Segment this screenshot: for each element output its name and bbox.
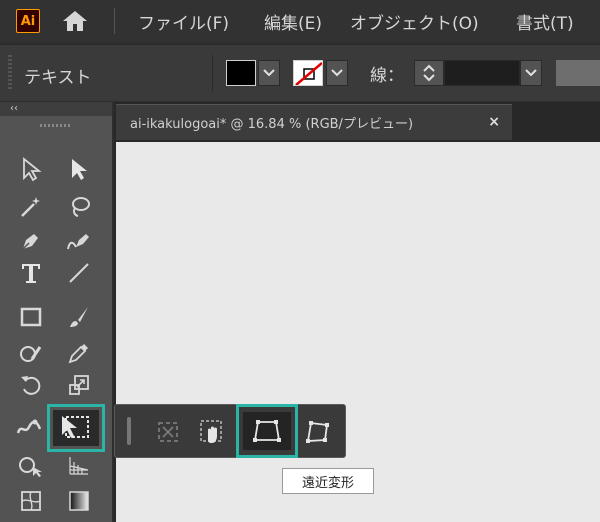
document-tab[interactable]: ai-ikakulogoai* @ 16.84 % (RGB/プレビュー) × — [116, 104, 512, 140]
menu-edit[interactable]: 編集(E) — [264, 9, 322, 34]
app-logo: Ai — [16, 9, 40, 33]
menu-bar: Ai ファイル(F) 編集(E) オブジェクト(O) 書式(T) — [0, 0, 600, 42]
menu-file[interactable]: ファイル(F) — [138, 9, 229, 34]
pen-tool[interactable] — [16, 226, 46, 256]
no-stroke-icon — [295, 62, 322, 85]
stroke-dropdown[interactable] — [326, 60, 348, 86]
stroke-label: 線： — [370, 66, 404, 86]
free-transform-hand-icon — [200, 420, 222, 443]
mesh-icon — [21, 491, 41, 511]
free-distort-icon — [306, 421, 329, 443]
menu-divider — [114, 8, 115, 34]
eyedropper-icon — [68, 344, 88, 364]
puppet-warp-icon — [16, 419, 42, 434]
gradient-tool[interactable] — [64, 486, 94, 516]
paintbrush-icon — [70, 307, 88, 327]
line-segment-tool[interactable] — [64, 258, 94, 288]
chevron-down-icon — [331, 69, 343, 77]
chevron-down-icon — [263, 69, 275, 77]
curvature-pen-icon — [67, 234, 89, 250]
graph-tool[interactable] — [64, 450, 94, 480]
shaper-tool[interactable] — [16, 338, 46, 368]
menu-object[interactable]: オブジェクト(O) — [350, 9, 479, 34]
scale-icon — [69, 375, 89, 395]
magic-wand-icon — [21, 197, 40, 217]
type-tool[interactable] — [16, 258, 46, 288]
control-bar-overflow[interactable] — [556, 60, 600, 86]
rotate-icon — [21, 376, 41, 395]
shaper-icon — [20, 346, 42, 362]
rectangle-tool[interactable] — [16, 302, 46, 332]
selection-tool[interactable] — [16, 154, 46, 184]
home-icon — [63, 11, 87, 31]
toolbar-grip[interactable] — [40, 124, 72, 127]
perspective-distort-icon — [253, 420, 281, 442]
toolbar-collapse-button[interactable]: ‹‹ — [0, 102, 112, 116]
stroke-color-swatch[interactable] — [293, 60, 323, 86]
control-bar-divider — [212, 55, 213, 91]
selection-type-label: テキスト — [24, 68, 92, 88]
direct-selection-icon — [23, 157, 42, 182]
selection-arrow-icon — [72, 159, 87, 180]
fill-color-swatch[interactable] — [226, 60, 256, 86]
tool-tooltip: 遠近変形 — [282, 468, 374, 494]
magic-wand-tool[interactable] — [16, 192, 46, 222]
home-button[interactable] — [60, 8, 90, 34]
constrain-tool[interactable] — [151, 415, 185, 449]
perspective-distort-tool[interactable] — [236, 404, 298, 458]
scale-tool[interactable] — [64, 370, 94, 400]
free-transform-icon — [62, 416, 89, 438]
stroke-weight-dropdown[interactable] — [520, 60, 542, 86]
group-selection-tool[interactable] — [64, 154, 94, 184]
gradient-icon — [69, 491, 89, 511]
perspective-grid-icon — [69, 457, 89, 475]
flyout-grip[interactable] — [127, 417, 131, 445]
lasso-tool[interactable] — [64, 192, 94, 222]
control-bar: テキスト 線： — [0, 44, 600, 101]
free-transform-flyout — [114, 404, 346, 458]
mesh-tool[interactable] — [16, 486, 46, 516]
free-transform-option[interactable] — [195, 415, 229, 449]
fill-dropdown[interactable] — [258, 60, 280, 86]
stroke-weight-spinner[interactable] — [414, 60, 444, 86]
tools-panel: ‹‹ — [0, 102, 112, 522]
type-icon — [22, 264, 40, 283]
shape-builder-icon — [19, 457, 42, 477]
eyedropper-tool[interactable] — [64, 338, 94, 368]
paintbrush-tool[interactable] — [64, 302, 94, 332]
menu-type[interactable]: 書式(T) — [516, 9, 574, 34]
free-distort-tool[interactable] — [301, 415, 335, 449]
rotate-tool[interactable] — [16, 370, 46, 400]
close-icon[interactable]: × — [488, 114, 500, 130]
free-transform-tool[interactable] — [47, 404, 105, 452]
artboard-canvas[interactable] — [116, 142, 600, 522]
constrain-icon — [158, 422, 178, 442]
spinner-arrows-icon — [423, 64, 435, 82]
control-bar-grip[interactable] — [8, 55, 12, 91]
rectangle-icon — [20, 307, 42, 327]
shape-builder-tool[interactable] — [16, 450, 46, 480]
line-segment-icon — [69, 263, 89, 283]
chevron-down-icon — [525, 69, 537, 77]
lasso-icon — [72, 197, 90, 217]
document-tab-title: ai-ikakulogoai* @ 16.84 % (RGB/プレビュー) — [130, 117, 414, 132]
stroke-weight-input[interactable] — [444, 60, 520, 86]
curvature-tool[interactable] — [64, 226, 94, 256]
pen-icon — [22, 234, 38, 250]
puppet-warp-tool[interactable] — [14, 412, 44, 442]
